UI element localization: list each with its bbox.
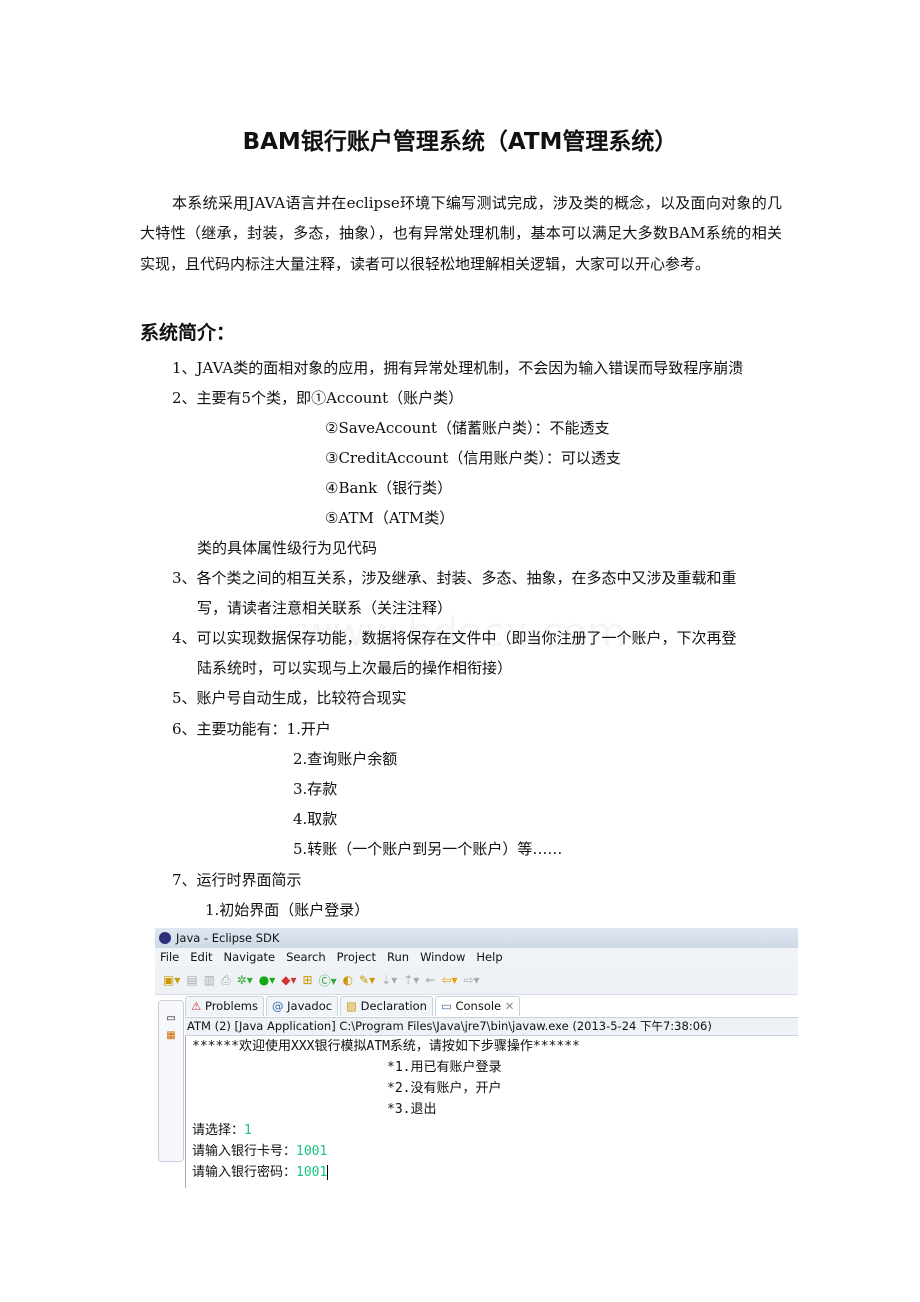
list-subitem: ②SaveAccount（储蓄账户类）：不能透支	[325, 419, 610, 437]
menu-bar: File Edit Navigate Search Project Run Wi…	[155, 948, 798, 966]
run-icon[interactable]: ●▾	[259, 973, 276, 987]
list-item-cont: 写，请读者注意相关联系（关注注释）	[197, 599, 453, 617]
print-icon[interactable]: ⎙	[221, 973, 231, 988]
input-text: 1001	[296, 1165, 328, 1180]
list-subitem: 3.存款	[293, 780, 338, 798]
text-cursor	[327, 1165, 329, 1180]
tab-declaration[interactable]: ▧ Declaration	[340, 996, 433, 1016]
last-edit-icon[interactable]: ⇜	[425, 973, 435, 987]
console-line: *3.退出	[387, 1102, 437, 1117]
at-icon: @	[271, 999, 284, 1013]
list-item: 1、JAVA类的面相对象的应用，拥有异常处理机制，不会因为输入错误而导致程序崩溃	[172, 359, 744, 377]
input-text: 1	[244, 1123, 252, 1138]
save-all-icon[interactable]: ▥	[204, 973, 215, 987]
external-tools-icon[interactable]: ◆▾	[281, 973, 296, 987]
console-header: ATM (2) [Java Application] C:\Program Fi…	[185, 1017, 798, 1036]
list-item: 4、可以实现数据保存功能，数据将保存在文件中（即当你注册了一个账户，下次再登	[172, 629, 737, 647]
eclipse-screenshot: Java - Eclipse SDK File Edit Navigate Se…	[155, 928, 798, 1188]
close-icon[interactable]: ✕	[505, 999, 515, 1013]
list-item: 6、主要功能有：1.开户	[172, 720, 331, 738]
list-subitem: ③CreditAccount（信用账户类）：可以透支	[325, 449, 621, 467]
menu-run[interactable]: Run	[387, 950, 409, 964]
list-subitem: 5.转账（一个账户到另一个账户）等……	[293, 840, 563, 858]
left-trim: ▭ ▦	[158, 1000, 184, 1162]
menu-edit[interactable]: Edit	[190, 950, 212, 964]
list-subitem: 4.取款	[293, 810, 338, 828]
save-icon[interactable]: ▤	[186, 973, 197, 987]
console-line: ******欢迎使用XXX银行模拟ATM系统，请按如下步骤操作******	[192, 1039, 580, 1054]
menu-navigate[interactable]: Navigate	[224, 950, 276, 964]
tab-label: Console	[455, 999, 502, 1013]
menu-file[interactable]: File	[160, 950, 179, 964]
menu-search[interactable]: Search	[286, 950, 326, 964]
list-item: 7、运行时界面简示	[172, 871, 302, 889]
list-subitem: 2.查询账户余额	[293, 750, 398, 768]
tab-console[interactable]: ▭ Console ✕	[434, 996, 521, 1016]
console-line: 请选择：1	[192, 1120, 798, 1141]
hierarchy-icon[interactable]: ▦	[159, 1030, 183, 1041]
view-tabs: ⚠ Problems @ Javadoc ▧ Declaration ▭ Con…	[185, 996, 798, 1016]
problems-icon: ⚠	[191, 999, 202, 1013]
console-line: 请输入银行密码：1001	[192, 1162, 798, 1183]
tab-label: Declaration	[360, 999, 427, 1013]
new-package-icon[interactable]: ⊞	[303, 973, 313, 987]
tab-label: Problems	[204, 999, 258, 1013]
list-item-cont: 陆系统时，可以实现与上次最后的操作相衔接）	[197, 659, 513, 677]
document-page: www.bdocx.com BAM银行账户管理系统（ATM管理系统） 本系统采用…	[0, 0, 920, 1302]
tab-javadoc[interactable]: @ Javadoc	[265, 996, 339, 1016]
forward-icon[interactable]: ⇨▾	[463, 973, 479, 987]
console-output[interactable]: ******欢迎使用XXX银行模拟ATM系统，请按如下步骤操作****** *1…	[185, 1036, 798, 1188]
new-icon[interactable]: ▣▾	[163, 973, 180, 987]
search-icon[interactable]: ✎▾	[359, 973, 375, 987]
console-line: *2.没有账户，开户	[387, 1081, 502, 1096]
list-item: 2、主要有5个类，即①Account（账户类）	[172, 389, 464, 407]
prompt-text: 请输入银行密码：	[192, 1165, 297, 1180]
back-icon[interactable]: ⇦▾	[441, 973, 457, 987]
list-note: 类的具体属性级行为见代码	[197, 539, 378, 557]
tab-label: Javadoc	[287, 999, 333, 1013]
window-titlebar: Java - Eclipse SDK	[155, 928, 798, 948]
new-class-icon[interactable]: Ⓒ▾	[319, 972, 337, 989]
console-line: *1.用已有账户登录	[387, 1060, 502, 1075]
intro-paragraph: 本系统采用JAVA语言并在eclipse环境下编写测试完成，涉及类的概念，以及面…	[140, 194, 782, 273]
open-type-icon[interactable]: ◐	[343, 973, 353, 987]
toolbar: ▣▾ ▤ ▥ ⎙ ✲▾ ●▾ ◆▾ ⊞ Ⓒ▾ ◐ ✎▾ ⇣▾ ⇡▾ ⇜ ⇦▾ ⇨…	[155, 966, 798, 995]
menu-window[interactable]: Window	[420, 950, 465, 964]
console-icon: ▭	[440, 999, 452, 1013]
window-title: Java - Eclipse SDK	[176, 931, 280, 945]
doc-title: BAM银行账户管理系统（ATM管理系统）	[242, 129, 678, 155]
restore-icon[interactable]: ▭	[159, 1013, 183, 1024]
list-item: 3、各个类之间的相互关系，涉及继承、封装、多态、抽象，在多态中又涉及重载和重	[172, 569, 737, 587]
tab-problems[interactable]: ⚠ Problems	[185, 996, 264, 1016]
prompt-text: 请选择：	[192, 1123, 245, 1138]
list-subitem: ④Bank（银行类）	[325, 479, 453, 497]
list-item: 5、账户号自动生成，比较符合现实	[172, 689, 407, 707]
section-heading: 系统简介：	[140, 322, 236, 344]
menu-project[interactable]: Project	[337, 950, 376, 964]
declaration-icon: ▧	[346, 999, 357, 1013]
list-subitem: 1.初始界面（账户登录）	[205, 901, 370, 919]
input-text: 1001	[296, 1144, 328, 1159]
next-annotation-icon[interactable]: ⇣▾	[381, 973, 397, 987]
prev-annotation-icon[interactable]: ⇡▾	[403, 973, 419, 987]
prompt-text: 请输入银行卡号：	[192, 1144, 297, 1159]
debug-icon[interactable]: ✲▾	[237, 973, 253, 987]
console-line: 请输入银行卡号：1001	[192, 1141, 798, 1162]
list-subitem: ⑤ATM（ATM类）	[325, 509, 455, 527]
menu-help[interactable]: Help	[476, 950, 502, 964]
eclipse-icon	[159, 932, 171, 944]
